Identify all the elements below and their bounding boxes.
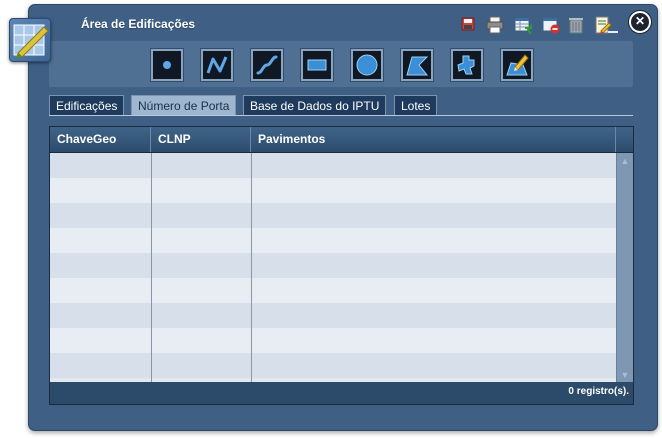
- window-title: Área de Edificações: [81, 17, 196, 31]
- column-divider: [151, 153, 152, 383]
- column-header-chavegeo[interactable]: ChaveGeo: [50, 127, 151, 152]
- empty-row: [50, 203, 616, 228]
- empty-row: [50, 228, 616, 253]
- rectangle-tool-icon[interactable]: [301, 49, 333, 81]
- empty-row: [50, 303, 616, 328]
- column-header-spacer: [616, 127, 633, 152]
- empty-row: [50, 328, 616, 353]
- edit-polygon-tool-icon[interactable]: [501, 49, 533, 81]
- table-export-icon[interactable]: [514, 16, 532, 35]
- edificacoes-window: Área de Edificações ✕ Edificações Número…: [28, 4, 658, 431]
- freehand-shape-tool-icon[interactable]: [451, 49, 483, 81]
- column-header-clnp[interactable]: CLNP: [151, 127, 251, 152]
- delete-record-icon[interactable]: [542, 16, 560, 34]
- grid-header: ChaveGeo CLNP Pavimentos: [50, 127, 633, 153]
- empty-row: [50, 353, 616, 378]
- column-divider: [251, 153, 252, 383]
- polyline-tool-icon[interactable]: [201, 49, 233, 81]
- scroll-down-arrow-icon[interactable]: ▼: [620, 370, 630, 380]
- polygon-tool-icon[interactable]: [401, 49, 433, 81]
- records-grid: ChaveGeo CLNP Pavimentos ▲ ▼: [49, 126, 634, 384]
- trash-icon[interactable]: [568, 16, 586, 34]
- empty-row: [50, 278, 616, 303]
- print-icon[interactable]: [486, 16, 504, 34]
- tab-edificacoes[interactable]: Edificações: [49, 95, 125, 116]
- grid-body: [50, 153, 616, 383]
- save-icon[interactable]: [460, 16, 478, 34]
- minimize-button[interactable]: [608, 25, 618, 33]
- point-tool-icon[interactable]: [151, 49, 183, 81]
- tab-divider: [49, 115, 633, 116]
- record-count: 0 registro(s).: [568, 386, 629, 397]
- empty-row: [50, 153, 616, 178]
- tab-lotes[interactable]: Lotes: [394, 95, 438, 116]
- curve-tool-icon[interactable]: [251, 49, 283, 81]
- circle-tool-icon[interactable]: [351, 49, 383, 81]
- scroll-up-arrow-icon[interactable]: ▲: [620, 156, 630, 166]
- app-logo-icon: [9, 18, 51, 62]
- grid-scrollbar[interactable]: ▲ ▼: [616, 153, 633, 383]
- column-header-pavimentos[interactable]: Pavimentos: [251, 127, 616, 152]
- empty-row: [50, 253, 616, 278]
- grid-footer: 0 registro(s).: [49, 382, 634, 405]
- tab-base-de-dados-iptu[interactable]: Base de Dados do IPTU: [243, 95, 387, 116]
- close-button[interactable]: ✕: [629, 11, 651, 33]
- draw-tools-bar: [49, 41, 633, 87]
- tab-numero-de-porta[interactable]: Número de Porta: [131, 95, 237, 116]
- empty-row: [50, 178, 616, 203]
